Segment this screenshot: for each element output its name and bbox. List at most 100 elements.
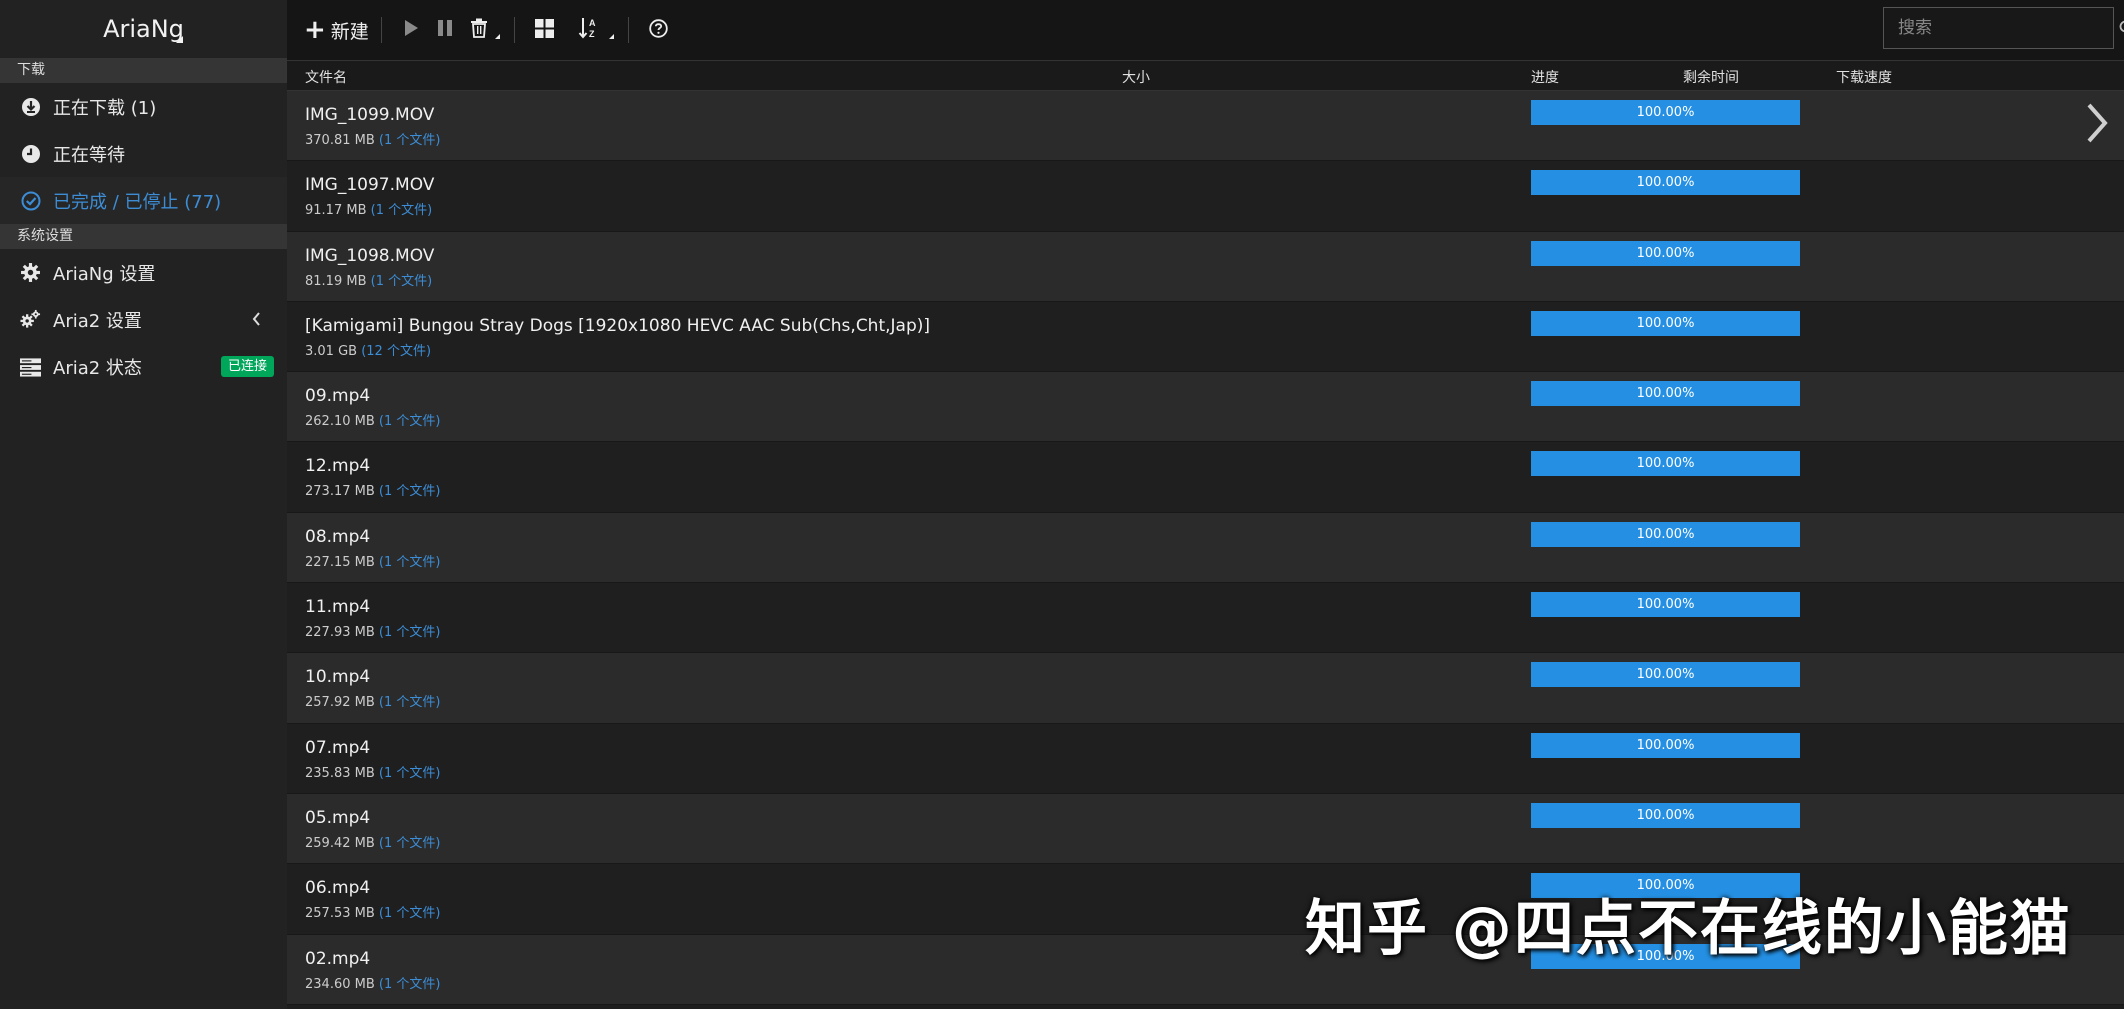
task-meta: 259.42 MB (1 个文件) bbox=[305, 832, 440, 851]
sidebar-item-downloading[interactable]: 正在下载 (1) bbox=[0, 83, 287, 130]
brand-logo[interactable]: AriaNg bbox=[0, 0, 287, 58]
search-input[interactable] bbox=[1884, 17, 2119, 39]
column-header-progress[interactable]: 进度 bbox=[1531, 67, 1559, 87]
table-row[interactable]: 12.mp4 273.17 MB (1 个文件) 100.00% bbox=[287, 442, 2124, 513]
task-file-count[interactable]: (1 个文件) bbox=[379, 906, 441, 921]
task-size: 91.17 MB bbox=[305, 203, 367, 219]
chevron-right-icon[interactable] bbox=[2084, 101, 2110, 149]
sidebar: AriaNg 下载 正在下载 (1) 正在等待 已完成 / 已停止 (77) 系… bbox=[0, 0, 287, 1009]
task-name[interactable]: 12.mp4 bbox=[305, 456, 370, 476]
task-file-count[interactable]: (1 个文件) bbox=[379, 625, 441, 640]
app-title: AriaNg bbox=[103, 15, 184, 43]
column-header-name[interactable]: 文件名 bbox=[305, 67, 347, 87]
progress-bar: 100.00% bbox=[1531, 240, 1800, 266]
new-task-label: 新建 bbox=[330, 20, 369, 43]
task-file-count[interactable]: (1 个文件) bbox=[379, 484, 441, 499]
table-row[interactable]: IMG_1098.MOV 81.19 MB (1 个文件) 100.00% bbox=[287, 231, 2124, 302]
chevron-left-icon bbox=[251, 311, 261, 332]
task-meta: 3.01 GB (12 个文件) bbox=[305, 340, 431, 359]
progress-text: 100.00% bbox=[1636, 667, 1695, 683]
task-file-count[interactable]: (1 个文件) bbox=[371, 274, 433, 289]
task-meta: 262.10 MB (1 个文件) bbox=[305, 410, 440, 429]
task-size: 227.93 MB bbox=[305, 625, 375, 641]
task-file-count[interactable]: (1 个文件) bbox=[379, 977, 441, 992]
table-row[interactable]: 08.mp4 227.15 MB (1 个文件) 100.00% bbox=[287, 512, 2124, 584]
task-name[interactable]: 09.mp4 bbox=[305, 386, 370, 406]
toolbar-divider bbox=[627, 17, 629, 43]
section-header-downloads: 下载 bbox=[0, 58, 287, 83]
trash-icon bbox=[470, 18, 488, 42]
toolbar-divider bbox=[380, 17, 382, 43]
task-meta: 234.60 MB (1 个文件) bbox=[305, 973, 440, 992]
progress-text: 100.00% bbox=[1636, 807, 1695, 823]
progress-text: 100.00% bbox=[1636, 456, 1695, 472]
sidebar-item-stopped[interactable]: 已完成 / 已停止 (77) bbox=[0, 177, 287, 224]
help-button[interactable] bbox=[641, 0, 676, 60]
table-row[interactable]: IMG_1097.MOV 91.17 MB (1 个文件) 100.00% bbox=[287, 161, 2124, 232]
task-name[interactable]: 10.mp4 bbox=[305, 667, 370, 687]
display-mode-button[interactable] bbox=[527, 0, 562, 60]
dropdown-caret-icon bbox=[494, 34, 500, 39]
progress-text: 100.00% bbox=[1636, 105, 1695, 120]
sidebar-item-aria2-settings[interactable]: Aria2 设置 bbox=[0, 296, 287, 343]
sort-button[interactable]: AZ bbox=[562, 0, 616, 60]
table-row[interactable]: 11.mp4 227.93 MB (1 个文件) 100.00% bbox=[287, 583, 2124, 654]
progress-bar: 100.00% bbox=[1531, 170, 1800, 196]
progress-text: 100.00% bbox=[1636, 737, 1695, 753]
column-header-remaining[interactable]: 剩余时间 bbox=[1683, 67, 1739, 87]
task-file-count[interactable]: (1 个文件) bbox=[379, 695, 441, 710]
task-list: 文件名 大小 进度 剩余时间 下载速度 IMG_1099.MOV 370.81 M… bbox=[287, 60, 2124, 1009]
sidebar-item-waiting[interactable]: 正在等待 bbox=[0, 130, 287, 177]
task-file-count[interactable]: (1 个文件) bbox=[371, 203, 433, 218]
clock-icon bbox=[20, 143, 41, 164]
task-meta: 227.93 MB (1 个文件) bbox=[305, 621, 440, 640]
progress-bar: 100.00% bbox=[1531, 802, 1800, 828]
task-name[interactable]: 08.mp4 bbox=[305, 527, 370, 547]
task-name[interactable]: IMG_1099.MOV bbox=[305, 105, 434, 125]
task-meta: 81.19 MB (1 个文件) bbox=[305, 270, 432, 289]
delete-button[interactable] bbox=[462, 0, 502, 60]
grid-icon bbox=[534, 18, 554, 42]
start-button[interactable] bbox=[394, 0, 428, 60]
new-task-button[interactable]: + 新建 bbox=[287, 0, 369, 60]
task-name[interactable]: 07.mp4 bbox=[305, 738, 370, 758]
progress-bar: 100.00% bbox=[1531, 381, 1800, 407]
task-name[interactable]: 05.mp4 bbox=[305, 808, 370, 828]
column-header-size[interactable]: 大小 bbox=[1122, 67, 1150, 87]
table-row[interactable]: [Kamigami] Bungou Stray Dogs [1920x1080 … bbox=[287, 301, 2124, 373]
sidebar-item-ariang-settings[interactable]: AriaNg 设置 bbox=[0, 249, 287, 296]
table-row[interactable]: 09.mp4 262.10 MB (1 个文件) 100.00% bbox=[287, 372, 2124, 443]
task-file-count[interactable]: (12 个文件) bbox=[361, 344, 431, 359]
table-row[interactable]: 05.mp4 259.42 MB (1 个文件) 100.00% bbox=[287, 793, 2124, 865]
task-name[interactable]: 06.mp4 bbox=[305, 878, 370, 898]
brand-caret-icon bbox=[176, 36, 183, 43]
svg-text:A: A bbox=[589, 18, 596, 28]
gears-icon bbox=[20, 309, 41, 330]
server-icon bbox=[20, 356, 41, 377]
table-row[interactable]: IMG_1099.MOV 370.81 MB (1 个文件) 100.00% bbox=[287, 91, 2124, 162]
task-file-count[interactable]: (1 个文件) bbox=[379, 414, 441, 429]
table-row[interactable]: 07.mp4 235.83 MB (1 个文件) 100.00% bbox=[287, 723, 2124, 794]
search-icon[interactable] bbox=[2119, 20, 2124, 36]
table-row[interactable]: 10.mp4 257.92 MB (1 个文件) 100.00% bbox=[287, 653, 2124, 724]
task-name[interactable]: IMG_1098.MOV bbox=[305, 246, 434, 266]
task-name[interactable]: IMG_1097.MOV bbox=[305, 175, 434, 195]
task-meta: 257.53 MB (1 个文件) bbox=[305, 902, 440, 921]
progress-text: 100.00% bbox=[1636, 245, 1695, 261]
task-name[interactable]: 02.mp4 bbox=[305, 949, 370, 969]
task-file-count[interactable]: (1 个文件) bbox=[379, 133, 441, 148]
sidebar-item-aria2-status[interactable]: Aria2 状态 已连接 bbox=[0, 343, 287, 390]
task-name[interactable]: 11.mp4 bbox=[305, 597, 370, 617]
search-box bbox=[1883, 7, 2124, 49]
task-file-count[interactable]: (1 个文件) bbox=[379, 766, 441, 781]
task-file-count[interactable]: (1 个文件) bbox=[379, 555, 441, 570]
progress-bar: 100.00% bbox=[1531, 451, 1800, 477]
column-header-speed[interactable]: 下载速度 bbox=[1836, 67, 1892, 87]
section-header-settings: 系统设置 bbox=[0, 224, 287, 249]
task-name[interactable]: [Kamigami] Bungou Stray Dogs [1920x1080 … bbox=[305, 316, 930, 336]
progress-bar: 100.00% bbox=[1531, 100, 1800, 125]
pause-button[interactable] bbox=[428, 0, 462, 60]
toolbar-divider bbox=[513, 17, 515, 43]
task-size: 259.42 MB bbox=[305, 835, 375, 851]
task-file-count[interactable]: (1 个文件) bbox=[379, 836, 441, 851]
